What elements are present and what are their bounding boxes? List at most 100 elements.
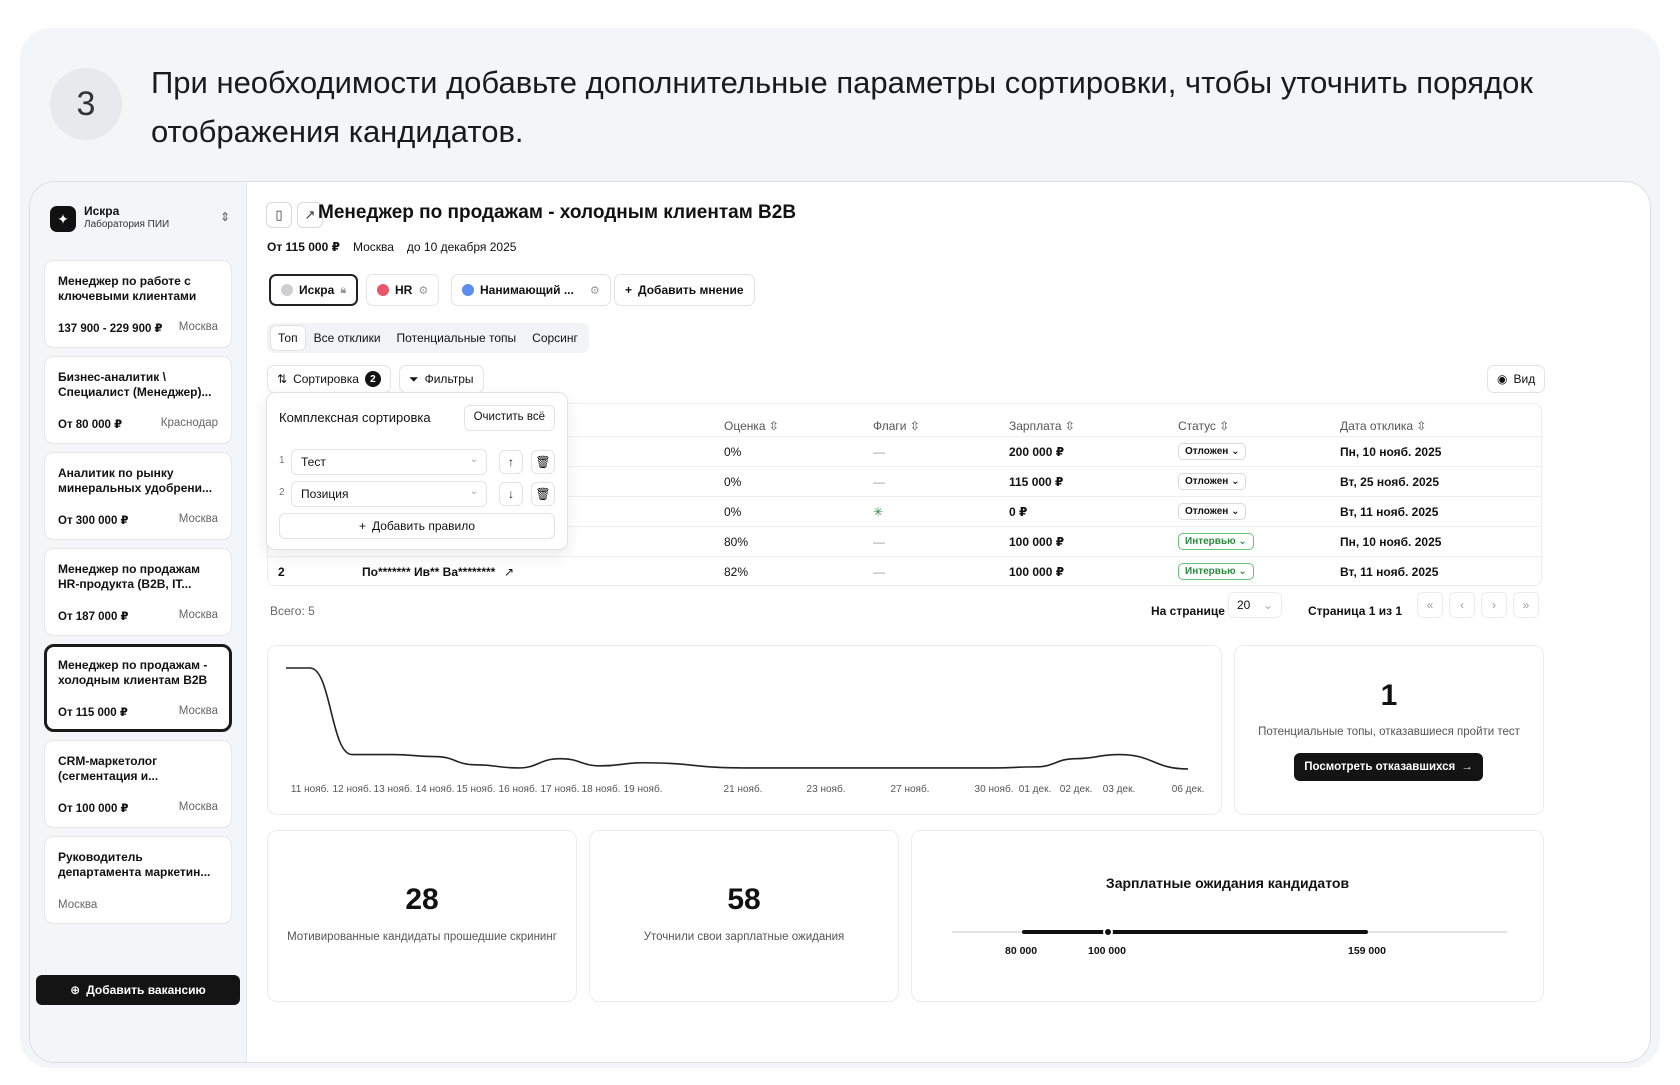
vacancy-card[interactable]: Менеджер по работе с ключевыми клиентами… — [44, 260, 232, 348]
x-tick-label: 06 дек. — [1172, 784, 1204, 795]
col-header-status[interactable]: Статус ⇳ — [1178, 419, 1229, 433]
external-link-icon[interactable]: ↗ — [504, 565, 514, 579]
vacancy-salary: От 100 000 ₽ — [58, 803, 129, 815]
status-dot — [281, 284, 293, 296]
page-title: Менеджер по продажам - холодным клиентам… — [318, 202, 797, 223]
vacancy-card-active[interactable]: Менеджер по продажам - холодным клиентам… — [44, 644, 232, 732]
vacancy-city: Москва — [178, 705, 218, 717]
clear-all-button[interactable]: Очистить всё — [463, 405, 555, 431]
sort-popover: Комплексная сортировка Очистить всё 1 Те… — [266, 392, 568, 550]
x-tick-label: 18 нояб. — [582, 783, 621, 795]
opinion-chip-hiring[interactable]: Нанимающий ... ⚙ — [451, 274, 611, 306]
flag-cell: — — [873, 445, 885, 459]
vacancy-city: Краснодар — [160, 417, 218, 429]
sort-button[interactable]: ⇅ Сортировка 2 — [267, 365, 391, 393]
sort-field-select[interactable]: Тест ⌄ — [291, 449, 487, 475]
chip-label: Искра — [299, 283, 335, 297]
opinion-chip-hr[interactable]: HR ⚙ — [366, 274, 440, 306]
vacancy-card[interactable]: Менеджер по продажам HR-продукта (B2B, I… — [44, 548, 232, 636]
plus-icon: + — [358, 519, 366, 533]
vacancy-title: Менеджер по продажам - холодным клиентам… — [58, 658, 208, 687]
motivated-caption: Мотивированные кандидаты прошедшие скрин… — [287, 931, 557, 943]
motivated-count: 28 — [405, 883, 439, 916]
col-header-score[interactable]: Оценка ⇳ — [724, 419, 779, 433]
table-row[interactable]: 2 По******* Ив** Ва******** ↗ 82% — 100 … — [268, 556, 1541, 585]
next-page-button[interactable]: › — [1481, 592, 1507, 618]
vacancy-title: Менеджер по работе с ключевыми клиентами — [58, 274, 197, 303]
col-header-date[interactable]: Дата отклика ⇳ — [1340, 419, 1426, 433]
tab-sourcing[interactable]: Сорсинг — [525, 326, 585, 350]
score-cell: 0% — [724, 505, 742, 519]
vacancy-card[interactable]: CRM-маркетолог (сегментация и... От 100 … — [44, 740, 232, 828]
x-tick-label: 16 нояб. — [499, 783, 538, 795]
prev-page-button[interactable]: ‹ — [1449, 592, 1475, 618]
last-page-button[interactable]: » — [1513, 592, 1539, 618]
meta-city: Москва — [352, 240, 394, 254]
trash-icon[interactable]: 🗑︎ — [531, 450, 555, 474]
opinion-chip-iskra[interactable]: Искра 🔒︎ — [269, 274, 359, 306]
arrow-right-icon: → — [1461, 761, 1473, 773]
date-cell: Вт, 25 нояб. 2025 — [1340, 475, 1440, 489]
score-cell: 0% — [724, 475, 742, 489]
status-dropdown[interactable]: Отложен ⌄ — [1178, 473, 1247, 490]
salary-min-label: 80 000 — [1005, 945, 1038, 957]
vacancy-card[interactable]: Аналитик по рынку минеральных удобрени..… — [44, 452, 232, 540]
x-tick-label: 21 нояб. — [724, 783, 763, 795]
meta-salary: От 115 000 ₽ — [267, 240, 340, 254]
filters-button[interactable]: ⏷ Фильтры — [399, 365, 484, 393]
score-cell: 80% — [724, 535, 749, 549]
vacancy-salary: От 115 000 ₽ — [58, 707, 128, 719]
view-label: Вид — [1513, 372, 1536, 386]
tab-top[interactable]: Топ — [271, 326, 305, 350]
score-cell: 82% — [724, 565, 749, 579]
vacancy-city: Москва — [58, 899, 98, 911]
status-dropdown[interactable]: Отложен ⌄ — [1178, 443, 1247, 460]
meta-deadline: до 10 декабря 2025 — [406, 240, 517, 254]
sort-icon: ⇅ — [277, 372, 288, 386]
sort-label: Сортировка — [293, 372, 359, 386]
vacancy-title: Аналитик по рынку минеральных удобрени..… — [58, 466, 213, 495]
vacancy-salary: От 187 000 ₽ — [58, 611, 129, 623]
vacancy-salary: 137 900 - 229 900 ₽ — [58, 323, 163, 335]
status-dropdown[interactable]: Интервью ⌄ — [1178, 563, 1254, 580]
salary-cell: 100 000 ₽ — [1009, 565, 1065, 579]
salary-median-label: 100 000 — [1088, 945, 1126, 957]
first-page-button[interactable]: « — [1417, 592, 1443, 618]
date-cell: Пн, 10 нояб. 2025 — [1340, 535, 1442, 549]
candidate-tabs: Топ Все отклики Потенциальные топы Сорси… — [267, 323, 589, 353]
vacancy-card[interactable]: Бизнес-аналитик \ Специалист (Менеджер).… — [44, 356, 232, 444]
status-dot — [462, 284, 474, 296]
status-dropdown[interactable]: Отложен ⌄ — [1178, 503, 1247, 520]
candidate-name[interactable]: По******* Ив** Ва******** — [362, 565, 495, 579]
view-refused-button[interactable]: Посмотреть отказавшихся → — [1294, 753, 1483, 781]
x-tick-label: 30 нояб. — [975, 783, 1014, 795]
org-switcher[interactable]: ✦ Искра Лаборатория ПИИ ⇕ — [50, 202, 230, 238]
step-number: 3 — [50, 68, 122, 140]
rule-number: 1 — [279, 455, 285, 466]
add-vacancy-button[interactable]: ⊕ Добавить вакансию — [36, 975, 240, 1005]
add-rule-button[interactable]: + Добавить правило — [279, 513, 555, 539]
x-tick-label: 12 нояб. — [333, 783, 372, 795]
sort-field-select[interactable]: Позиция ⌄ — [291, 481, 487, 507]
x-tick-label: 01 дек. — [1019, 784, 1051, 795]
chevron-updown-icon: ⇕ — [219, 210, 230, 224]
add-opinion-button[interactable]: + Добавить мнение — [614, 274, 755, 306]
chip-label: HR — [395, 283, 413, 297]
status-dropdown[interactable]: Интервью ⌄ — [1178, 533, 1254, 550]
sort-direction-button[interactable]: ↑ — [499, 450, 523, 474]
per-page-select[interactable]: 20 ⌄ — [1228, 592, 1282, 618]
x-tick-label: 19 нояб. — [624, 783, 663, 795]
col-header-salary[interactable]: Зарплата ⇳ — [1009, 419, 1075, 433]
col-header-flags[interactable]: Флаги ⇳ — [873, 419, 920, 433]
sort-direction-button[interactable]: ↓ — [499, 482, 523, 506]
sidebar-toggle-icon[interactable]: ▯ — [266, 202, 292, 228]
gear-icon: ⚙ — [418, 284, 429, 297]
vacancy-city: Москва — [178, 321, 218, 333]
tab-potential[interactable]: Потенциальные топы — [390, 326, 524, 350]
view-button[interactable]: ◉ Вид — [1487, 365, 1546, 393]
trash-icon[interactable]: 🗑︎ — [531, 482, 555, 506]
chevron-down-icon: ⌄ — [1262, 598, 1273, 612]
per-page-label: На странице — [1151, 604, 1225, 618]
tab-all[interactable]: Все отклики — [307, 326, 388, 350]
vacancy-card[interactable]: Руководитель департамента маркетин... Мо… — [44, 836, 232, 924]
